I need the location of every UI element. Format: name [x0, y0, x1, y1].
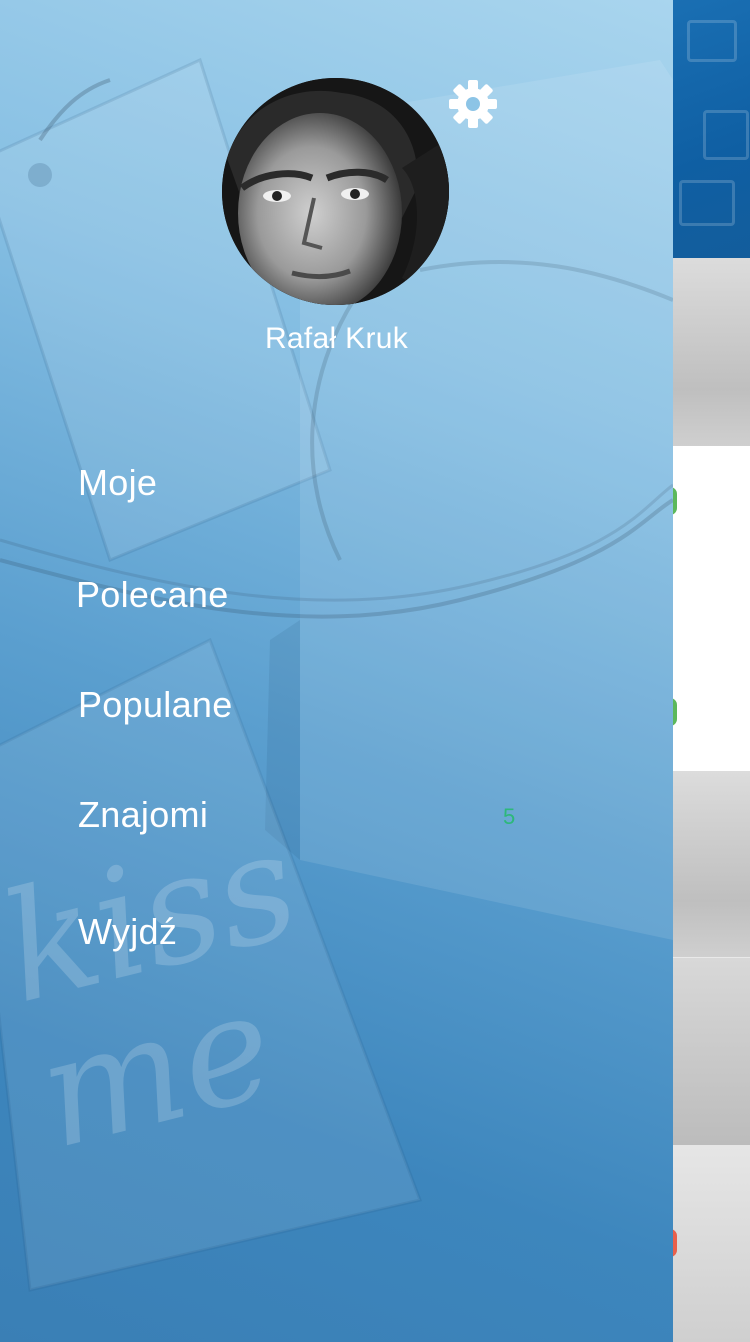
background-handwriting: kiss me [0, 797, 314, 1183]
menu-item-znajomi[interactable]: Znajomi [78, 794, 208, 836]
peek-card-image-1 [673, 258, 750, 446]
peek-status-dot [673, 1229, 677, 1257]
gear-icon [449, 80, 497, 128]
settings-button[interactable] [448, 79, 498, 129]
avatar-portrait [222, 78, 449, 305]
peek-card-body-1 [673, 446, 750, 771]
peek-card-image-4 [673, 1145, 750, 1342]
menu-item-polecane[interactable]: Polecane [76, 574, 229, 616]
profile-name: Rafał Kruk [264, 322, 409, 355]
friends-count-badge: 5 [503, 804, 516, 829]
underlying-content-peek [673, 0, 750, 1342]
peek-card-image-3 [673, 958, 750, 1145]
menu-item-populane[interactable]: Populane [78, 684, 233, 726]
peek-status-dot [673, 487, 677, 515]
navigation-drawer: kiss me Rafał Kruk Moje Polecane Populan… [0, 0, 673, 1342]
menu-item-wyjdz[interactable]: Wyjdź [78, 911, 177, 953]
avatar[interactable] [222, 78, 449, 305]
peek-card-image-2 [673, 771, 750, 957]
peek-header-banner [673, 0, 750, 258]
menu-item-moje[interactable]: Moje [78, 462, 157, 504]
peek-status-dot [673, 698, 677, 726]
